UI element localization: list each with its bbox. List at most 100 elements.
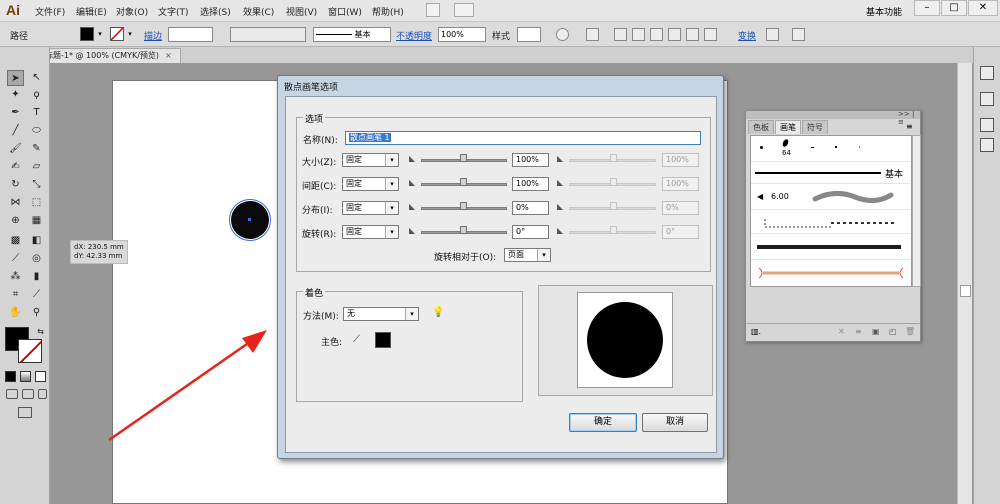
arrange-documents-icon[interactable]	[454, 3, 474, 17]
duplicate-brush-icon[interactable]: ◰	[889, 327, 897, 336]
delete-brush-icon[interactable]: 🗑	[905, 327, 915, 336]
selection-tool-icon[interactable]: ➤	[7, 70, 24, 86]
artboards-panel-icon[interactable]	[980, 138, 994, 152]
eyedropper-tool-icon[interactable]: ⟋	[7, 251, 24, 267]
cancel-button[interactable]: 取消	[642, 413, 708, 432]
align-middle-icon[interactable]	[686, 28, 699, 41]
canvas-vertical-scrollbar[interactable]	[957, 63, 972, 504]
rotate-tool-icon[interactable]: ↻	[7, 177, 24, 193]
panel-menu-icon[interactable]: ≡	[906, 122, 913, 131]
opacity-field[interactable]: 100%	[438, 27, 486, 42]
rotation-relative-select[interactable]: 页面 ▾	[504, 248, 551, 262]
art-brush-arrow-row[interactable]	[751, 260, 911, 286]
perspective-grid-tool-icon[interactable]: ▦	[28, 213, 45, 229]
type-tool-icon[interactable]: T	[28, 105, 45, 121]
rotation-min-slider-thumb[interactable]	[460, 226, 467, 234]
brush-library-list[interactable]: 64 基本 ◀ 6.00	[750, 135, 912, 287]
dialog-title[interactable]: 散点画笔选项	[284, 80, 338, 93]
menu-select[interactable]: 选择(S)	[200, 5, 231, 18]
name-input[interactable]: 散点画笔 1	[345, 131, 701, 145]
menu-help[interactable]: 帮助(H)	[372, 5, 404, 18]
tab-swatches[interactable]: 色板	[748, 120, 774, 134]
pattern-brush-row[interactable]	[751, 210, 911, 234]
free-transform-tool-icon[interactable]: ⬚	[28, 195, 45, 211]
method-select[interactable]: 无 ▾	[343, 307, 419, 321]
maximize-button[interactable]: □	[941, 0, 967, 16]
layers-panel-icon[interactable]	[980, 118, 994, 132]
eraser-tool-icon[interactable]: ▱	[28, 159, 45, 175]
align-bottom-icon[interactable]	[704, 28, 717, 41]
hand-tool-icon[interactable]: ✋	[7, 305, 24, 321]
stroke-swatch[interactable]	[110, 27, 124, 41]
menu-object[interactable]: 对象(O)	[116, 5, 148, 18]
key-color-swatch[interactable]	[375, 332, 391, 348]
menu-window[interactable]: 窗口(W)	[328, 5, 362, 18]
pen-tool-icon[interactable]: ✒	[7, 105, 24, 121]
stroke-label[interactable]: 描边	[144, 29, 162, 42]
swap-fill-stroke-icon[interactable]: ⇆	[32, 324, 49, 340]
graphic-style-field[interactable]	[517, 27, 541, 42]
transform-label[interactable]: 变换	[738, 29, 756, 42]
menu-type[interactable]: 文字(T)	[158, 5, 189, 18]
tab-symbols[interactable]: 符号	[802, 120, 828, 134]
new-brush-icon[interactable]: ▣	[872, 327, 880, 336]
scroll-thumb[interactable]	[960, 285, 971, 297]
art-brush-charcoal-row[interactable]	[751, 234, 911, 260]
paintbrush-tool-icon[interactable]: 🖌	[7, 141, 24, 157]
none-mode-icon[interactable]	[35, 371, 46, 382]
eyedropper-icon[interactable]: ⟋	[353, 334, 360, 345]
draw-normal-icon[interactable]	[6, 389, 18, 399]
pencil-tool-icon[interactable]: ✎	[28, 141, 45, 157]
remove-brush-stroke-icon[interactable]: ✕	[838, 327, 845, 336]
spacing-mode-select[interactable]: 固定 ▾	[342, 177, 399, 191]
color-mode-icon[interactable]	[5, 371, 16, 382]
size-min-field[interactable]: 100%	[512, 153, 549, 167]
menu-file[interactable]: 文件(F)	[35, 5, 65, 18]
spacing-min-field[interactable]: 100%	[512, 177, 549, 191]
blob-brush-tool-icon[interactable]: ✍	[7, 159, 24, 175]
fill-dropdown-icon[interactable]: ▾	[95, 27, 105, 42]
workspace-switcher[interactable]: 基本功能	[866, 5, 902, 18]
size-min-slider-thumb[interactable]	[460, 154, 467, 162]
align-center-icon[interactable]	[632, 28, 645, 41]
scatter-min-field[interactable]: 0%	[512, 201, 549, 215]
rotation-min-field[interactable]: 0°	[512, 225, 549, 239]
brush-libraries-menu-button[interactable]: ▥.	[751, 327, 761, 336]
close-window-button[interactable]: ✕	[968, 0, 998, 16]
brush-tip-oval[interactable]	[781, 138, 790, 148]
align-right-icon[interactable]	[650, 28, 663, 41]
line-tool-icon[interactable]: ╱	[7, 123, 24, 139]
tab-brushes[interactable]: 画笔	[775, 120, 801, 134]
brush-tip-small-dot[interactable]	[835, 146, 837, 148]
magic-wand-tool-icon[interactable]: ✦	[7, 87, 24, 103]
brushes-panel-titlebar[interactable]	[746, 111, 920, 119]
align-left-icon[interactable]	[614, 28, 627, 41]
brush-tip-dot[interactable]	[760, 146, 763, 149]
ok-button[interactable]: 确定	[569, 413, 637, 432]
color-guide-icon[interactable]	[980, 92, 994, 106]
basic-brush-row[interactable]: 基本	[751, 162, 911, 184]
brush-tip-tiny-dot[interactable]	[859, 146, 860, 148]
symbol-sprayer-tool-icon[interactable]: ⁂	[7, 269, 24, 285]
fill-swatch[interactable]	[80, 27, 94, 41]
stroke-dropdown-icon[interactable]: ▾	[125, 27, 135, 42]
rotation-mode-select[interactable]: 固定 ▾	[342, 225, 399, 239]
blend-tool-icon[interactable]: ◎	[28, 251, 45, 267]
scale-tool-icon[interactable]: ⤡	[28, 177, 45, 193]
ellipse-tool-icon[interactable]: ⬭	[28, 123, 45, 139]
opacity-label[interactable]: 不透明度	[396, 29, 432, 42]
stroke-weight-field[interactable]	[168, 27, 213, 42]
close-tab-icon[interactable]: ×	[165, 51, 172, 60]
brush-tip-dash[interactable]	[811, 147, 814, 148]
isolate-icon[interactable]	[766, 28, 779, 41]
color-panel-icon[interactable]	[980, 66, 994, 80]
brush-list-scrollbar[interactable]	[912, 135, 921, 287]
variable-width-profile[interactable]	[230, 27, 306, 42]
tips-lightbulb-icon[interactable]: 💡	[432, 307, 444, 318]
direct-selection-tool-icon[interactable]: ↖	[28, 70, 45, 86]
slice-tool-icon[interactable]: ⟋	[28, 287, 45, 303]
size-mode-select[interactable]: 固定 ▾	[342, 153, 399, 167]
options-icon[interactable]	[792, 28, 805, 41]
calligraphic-tips-row[interactable]: 64	[751, 136, 911, 162]
menu-view[interactable]: 视图(V)	[286, 5, 317, 18]
